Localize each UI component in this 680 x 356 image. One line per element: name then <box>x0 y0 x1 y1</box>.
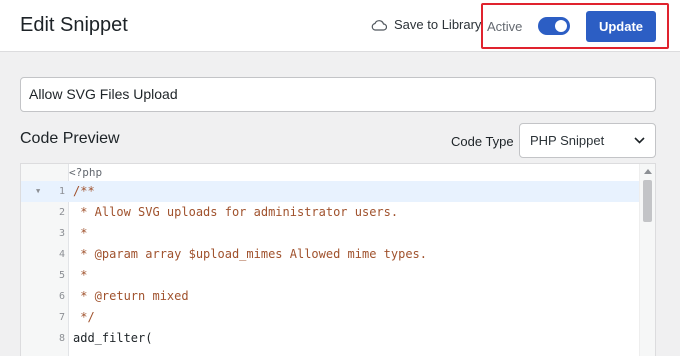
code-preview-title: Code Preview <box>20 130 120 147</box>
editor-scrollbar[interactable] <box>639 164 655 356</box>
line-text: * <box>73 226 88 240</box>
line-number: 7 <box>58 312 65 323</box>
line-number: 1 <box>58 186 65 197</box>
scroll-up-arrow-icon[interactable] <box>644 169 652 174</box>
active-toggle[interactable] <box>538 17 570 35</box>
top-bar: Edit Snippet Save to Library Active Upda… <box>0 0 680 52</box>
code-line[interactable]: 6 * @return mixed <box>21 286 641 307</box>
snippet-title-input[interactable]: Allow SVG Files Upload <box>20 77 656 112</box>
line-number: 5 <box>58 270 65 281</box>
cloud-icon <box>371 19 387 31</box>
toggle-knob <box>555 20 567 32</box>
code-line[interactable]: 8 add_filter( <box>21 328 641 349</box>
update-button[interactable]: Update <box>586 11 656 42</box>
scroll-thumb[interactable] <box>643 180 652 222</box>
code-type-value: PHP Snippet <box>530 133 605 148</box>
code-line[interactable]: 3 * <box>21 223 641 244</box>
code-line[interactable]: 4 * @param array $upload_mimes Allowed m… <box>21 244 641 265</box>
code-editor[interactable]: <?php ▼ 1 /** 2 * Allow SVG uploads for … <box>20 163 656 356</box>
php-open-tag: <?php <box>69 166 103 179</box>
code-type-select[interactable]: PHP Snippet <box>519 123 656 158</box>
code-type-label: Code Type <box>451 134 514 149</box>
line-text: */ <box>73 310 95 324</box>
code-line[interactable]: 2 * Allow SVG uploads for administrator … <box>21 202 641 223</box>
chevron-down-icon <box>634 137 645 144</box>
line-number: 3 <box>58 228 65 239</box>
active-label: Active <box>487 19 523 34</box>
line-number: 2 <box>58 207 65 218</box>
line-text: /** <box>73 184 95 198</box>
code-line[interactable]: ▼ 1 /** <box>21 181 641 202</box>
line-text: add_filter( <box>73 331 153 345</box>
line-number: 4 <box>58 249 65 260</box>
code-line[interactable]: 7 */ <box>21 307 641 328</box>
line-number: 6 <box>58 291 65 302</box>
line-text: * @return mixed <box>73 289 189 303</box>
line-number: 8 <box>58 333 65 344</box>
save-to-library-button[interactable]: Save to Library <box>371 17 481 32</box>
page-title: Edit Snippet <box>20 14 128 36</box>
save-to-library-label: Save to Library <box>394 17 482 32</box>
line-text: * Allow SVG uploads for administrator us… <box>73 205 399 219</box>
line-text: * <box>73 268 88 282</box>
code-line[interactable]: 5 * <box>21 265 641 286</box>
line-text: * @param array $upload_mimes Allowed mim… <box>73 247 428 261</box>
